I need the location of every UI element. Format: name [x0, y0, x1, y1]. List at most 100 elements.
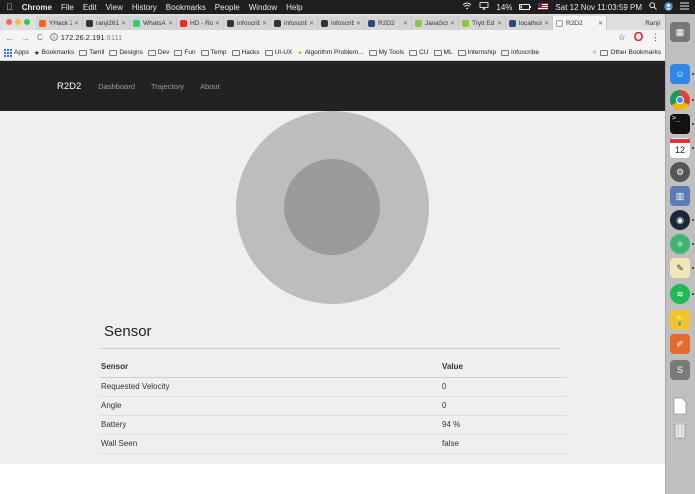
tab-close-icon[interactable]: ✕: [309, 20, 314, 27]
mission-control-icon[interactable]: ▥: [670, 186, 690, 206]
other-bookmarks[interactable]: » Other Bookmarks: [593, 49, 661, 56]
menubar-clock[interactable]: Sat 12 Nov 11:03:59 PM: [555, 3, 642, 12]
wifi-icon[interactable]: [462, 2, 472, 12]
preview-app-icon[interactable]: ▦: [670, 22, 690, 42]
bookmark-item[interactable]: Fun: [174, 49, 196, 56]
bookmark-item[interactable]: Designs: [109, 49, 143, 56]
bookmark-item[interactable]: Temp: [200, 49, 227, 56]
nav-dashboard[interactable]: Dashboard: [98, 82, 135, 91]
menu-help[interactable]: Help: [286, 3, 302, 12]
browser-tab[interactable]: Tryit Ed ✕: [459, 16, 506, 30]
spotlight-icon[interactable]: [649, 2, 657, 12]
nav-trajectory[interactable]: Trajectory: [151, 82, 184, 91]
tab-title: localhos: [519, 19, 542, 27]
menu-window[interactable]: Window: [249, 3, 277, 12]
opera-extension-icon[interactable]: [634, 31, 643, 43]
bookmark-item[interactable]: Tamil: [79, 49, 104, 56]
navbar-brand[interactable]: R2D2: [57, 81, 81, 92]
bookmark-label: Algorithm Problem...: [304, 49, 364, 56]
bookmark-item[interactable]: CU: [409, 49, 429, 56]
tab-close-icon[interactable]: ✕: [403, 20, 408, 27]
tab-close-icon[interactable]: ✕: [450, 20, 455, 27]
profile-button[interactable]: Ranji: [640, 16, 665, 30]
menu-edit[interactable]: Edit: [83, 3, 97, 12]
bookmark-item[interactable]: Hacks: [231, 49, 260, 56]
maximize-window-icon[interactable]: [24, 19, 30, 25]
url-host: 172.26.2.191: [60, 33, 105, 42]
downloads-stack-icon[interactable]: [670, 396, 690, 416]
close-window-icon[interactable]: [6, 19, 12, 25]
battery-percent[interactable]: 14%: [496, 3, 512, 12]
menu-bookmarks[interactable]: Bookmarks: [166, 3, 206, 12]
back-button[interactable]: ←: [5, 33, 14, 43]
tab-close-icon[interactable]: ✕: [74, 20, 79, 27]
sublime-app-icon[interactable]: S: [670, 360, 690, 380]
browser-tab[interactable]: infoscrib ✕: [224, 16, 271, 30]
bookmark-item[interactable]: infoscribe: [501, 49, 539, 56]
bookmark-item[interactable]: ★ Bookmarks: [34, 49, 74, 57]
tab-active[interactable]: R2D2 ✕: [553, 16, 607, 30]
tab-close-icon[interactable]: ✕: [497, 20, 502, 27]
bookmark-item[interactable]: Dev: [147, 49, 169, 56]
bookmark-item[interactable]: My Tools: [368, 49, 404, 56]
system-preferences-icon[interactable]: ⚙: [670, 162, 690, 182]
bookmark-star-icon[interactable]: ☆: [618, 32, 626, 43]
browser-tab[interactable]: R2D2 ✕: [365, 16, 412, 30]
forward-button[interactable]: →: [21, 33, 30, 43]
tab-close-icon[interactable]: ✕: [262, 20, 267, 27]
bookmark-item[interactable]: UI-UX: [264, 49, 292, 56]
chrome-app-icon[interactable]: [670, 90, 690, 110]
chrome-menu-icon[interactable]: ⋮: [651, 32, 660, 43]
browser-tab[interactable]: HD - Ro ✕: [177, 16, 224, 30]
menu-people[interactable]: People: [215, 3, 240, 12]
textedit-icon[interactable]: ✎: [670, 258, 690, 278]
bookmark-item[interactable]: Internship: [457, 49, 496, 56]
menu-view[interactable]: View: [106, 3, 123, 12]
trash-icon[interactable]: [670, 420, 690, 440]
bookmark-item[interactable]: ML: [433, 49, 453, 56]
calendar-icon[interactable]: 12: [670, 138, 690, 158]
joystick-knob[interactable]: [284, 159, 380, 255]
joystick-base[interactable]: [236, 111, 429, 304]
apple-menu-icon[interactable]: : [6, 2, 13, 12]
spotify-icon[interactable]: ≋: [670, 284, 690, 304]
tab-close-icon[interactable]: ✕: [598, 20, 603, 27]
menu-app-name[interactable]: Chrome: [22, 3, 52, 12]
apps-shortcut[interactable]: Apps: [4, 48, 29, 57]
address-bar[interactable]: 172.26.2.191:8111: [61, 33, 122, 42]
battery-icon[interactable]: [519, 3, 532, 12]
minimize-window-icon[interactable]: [15, 19, 21, 25]
nav-about[interactable]: About: [200, 82, 220, 91]
tab-close-icon[interactable]: ✕: [356, 20, 361, 27]
notification-center-icon[interactable]: [680, 2, 689, 12]
steam-icon[interactable]: ◉: [670, 210, 690, 230]
tab-close-icon[interactable]: ✕: [168, 20, 173, 27]
browser-tab[interactable]: JavaScr ✕: [412, 16, 459, 30]
lightbulb-app-icon[interactable]: 💡: [670, 310, 690, 330]
overflow-chevron-icon[interactable]: »: [593, 49, 597, 56]
tab-close-icon[interactable]: ✕: [121, 20, 126, 27]
atom-icon[interactable]: ⚛: [670, 234, 690, 254]
tab-close-icon[interactable]: ✕: [544, 20, 549, 27]
browser-tab[interactable]: localhos ✕: [506, 16, 553, 30]
browser-tab[interactable]: YHack 2 ✕: [36, 16, 83, 30]
tab-close-icon[interactable]: ✕: [215, 20, 220, 27]
site-info-icon[interactable]: [49, 32, 58, 43]
browser-tab[interactable]: infoscrib ✕: [318, 16, 365, 30]
terminal-icon[interactable]: >_: [670, 114, 690, 134]
finder-icon[interactable]: ☺: [670, 64, 690, 84]
menu-history[interactable]: History: [132, 3, 157, 12]
browser-tab[interactable]: WhatsAp✕: [130, 16, 177, 30]
display-icon[interactable]: [479, 2, 489, 12]
sublime-text-icon[interactable]: ✐: [670, 334, 690, 354]
sensor-value-cell: 94 %: [441, 415, 567, 435]
tab-favicon-icon: [556, 19, 563, 27]
bookmark-item[interactable]: ✦ Algorithm Problem...: [297, 49, 363, 57]
column-header-value: Value: [441, 357, 567, 378]
menu-file[interactable]: File: [61, 3, 74, 12]
browser-tab[interactable]: infoscrib ✕: [271, 16, 318, 30]
reload-button[interactable]: C: [37, 33, 43, 42]
flag-icon[interactable]: [538, 2, 549, 12]
browser-tab[interactable]: ranji261 ✕: [83, 16, 130, 30]
user-avatar-icon[interactable]: [664, 1, 673, 13]
